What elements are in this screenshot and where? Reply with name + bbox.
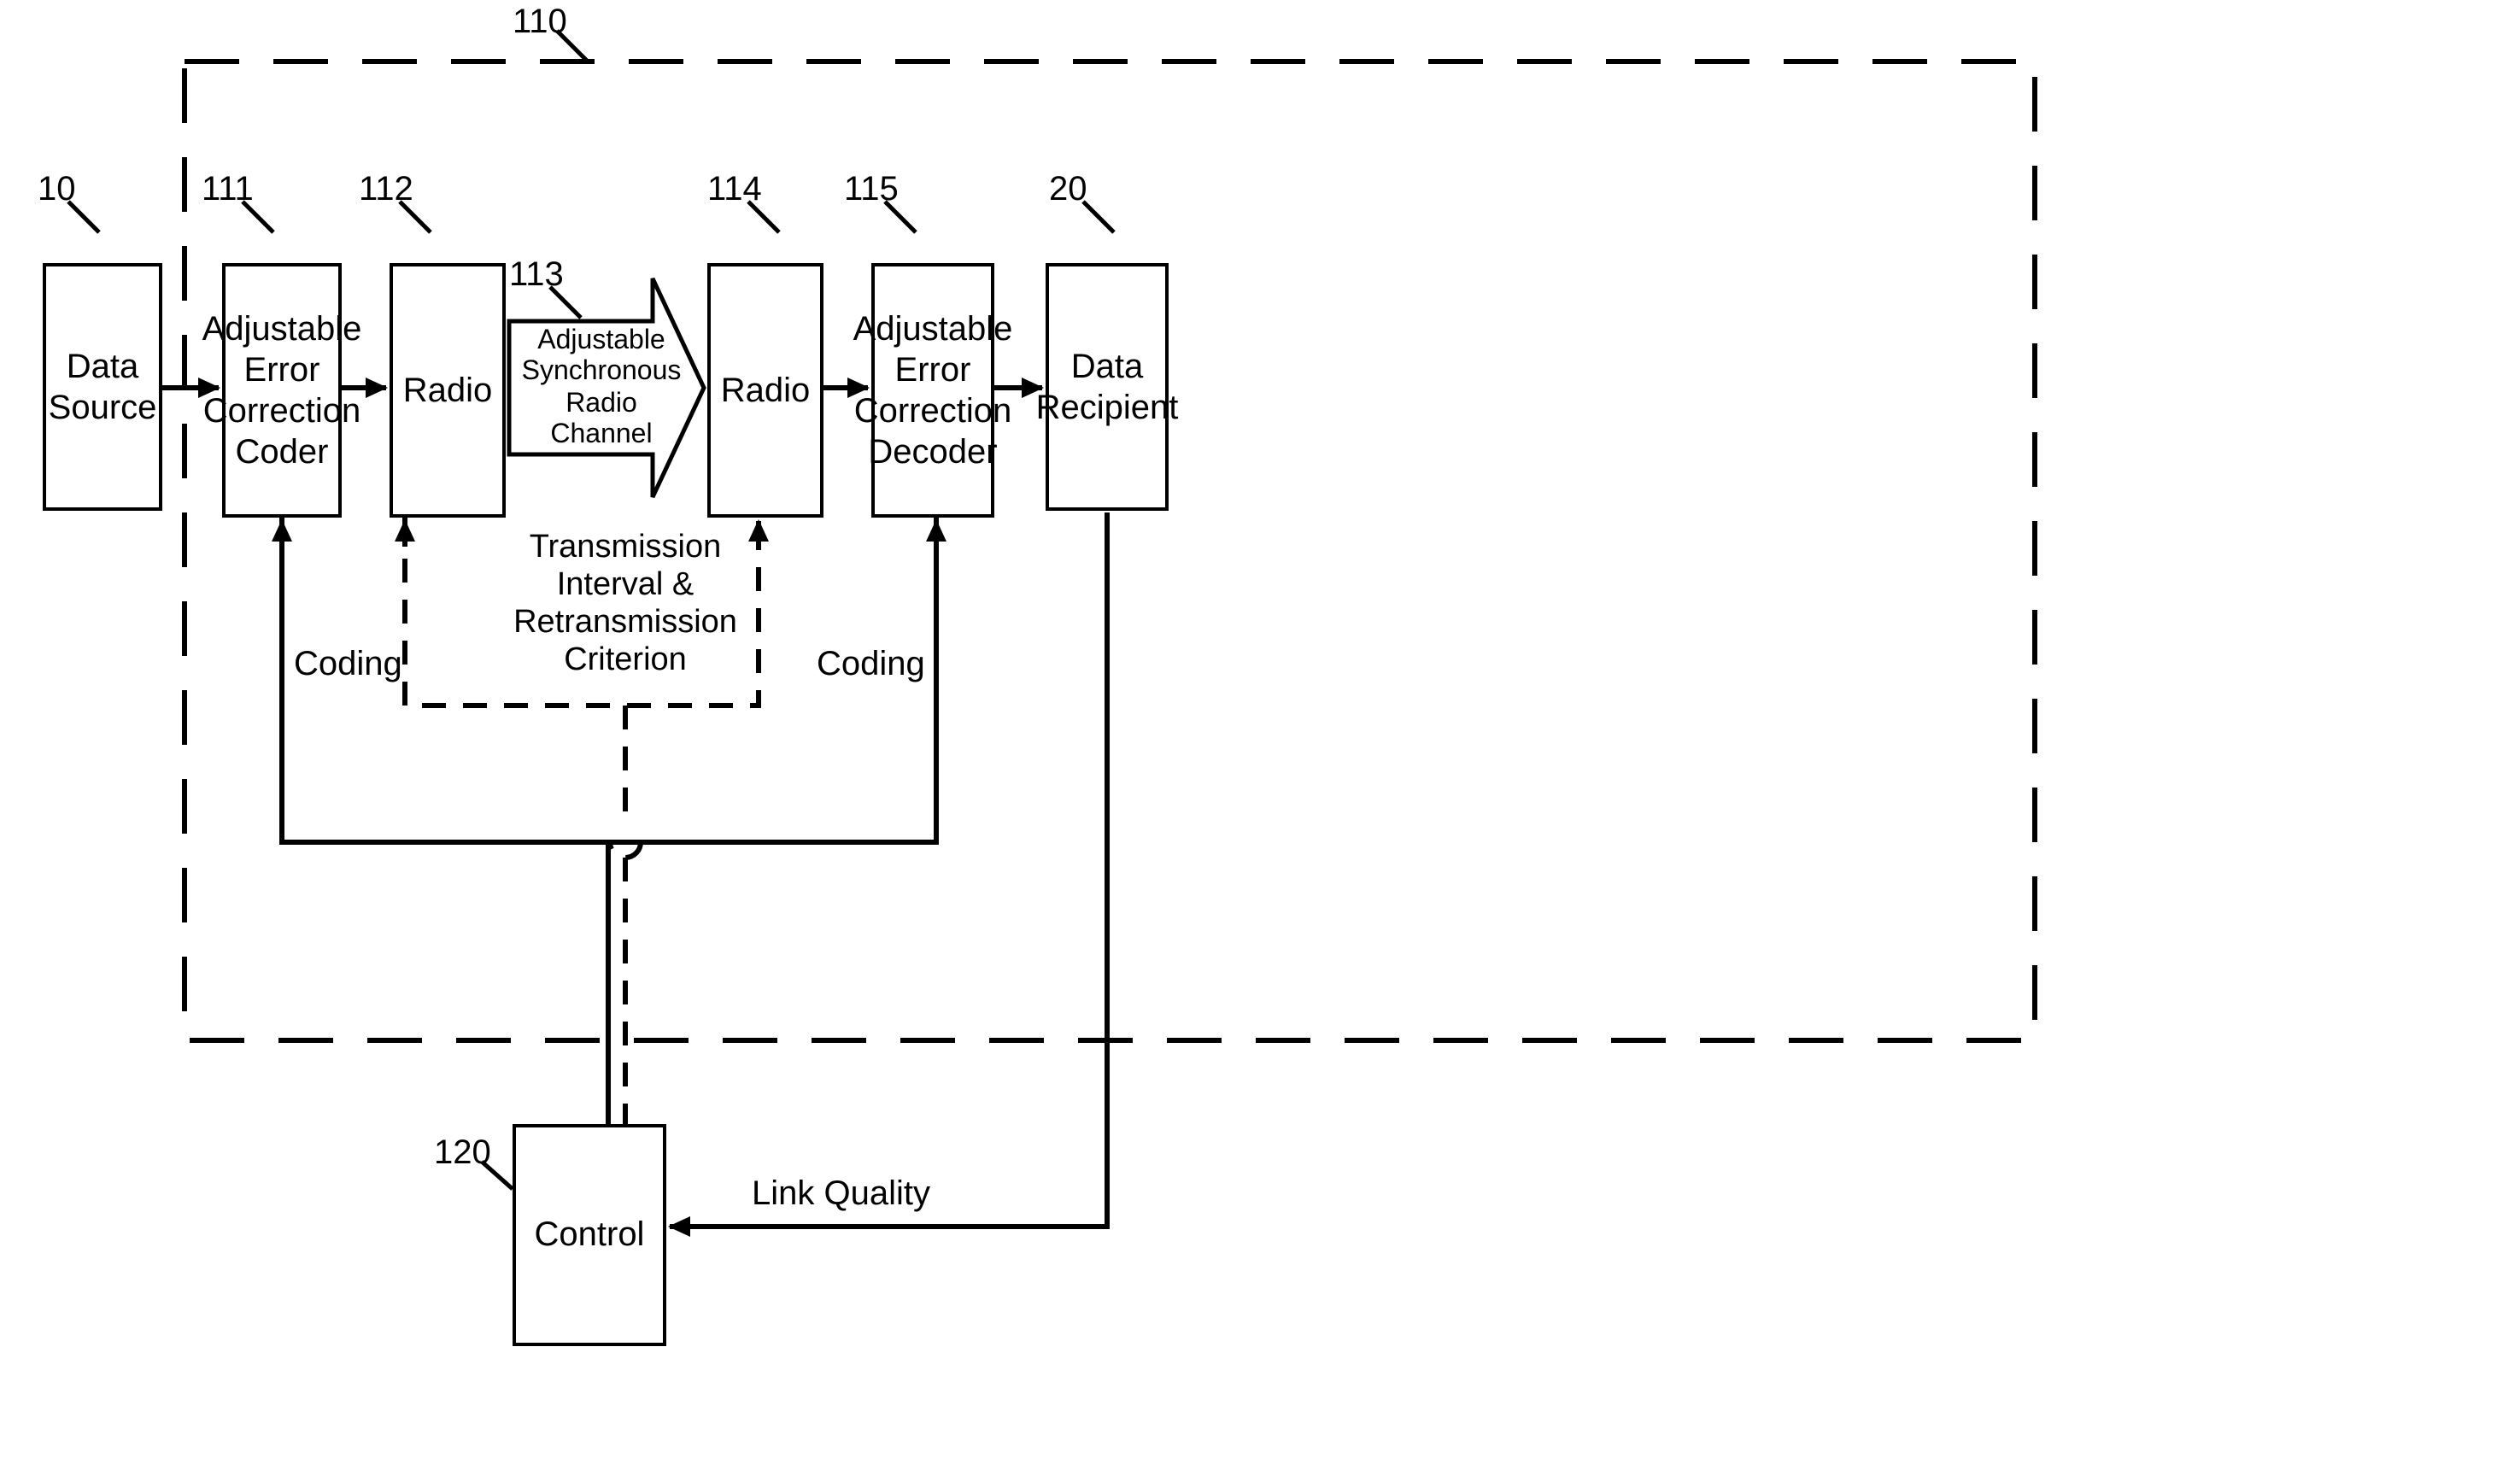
data-source-label: Data Source xyxy=(49,346,157,428)
coding-left-label: Coding xyxy=(294,646,402,685)
data-recipient-box: Data Recipient xyxy=(1046,263,1169,511)
data-source-box: Data Source xyxy=(43,263,162,511)
ref-20: 20 xyxy=(1049,171,1087,210)
coder-label: Adjustable Error Correction Coder xyxy=(202,308,362,472)
coder-box: Adjustable Error Correction Coder xyxy=(222,263,342,518)
ref-111: 111 xyxy=(202,171,254,210)
ref-113: 113 xyxy=(509,256,564,296)
transmission-label: Transmission Interval & Retransmission C… xyxy=(475,530,776,680)
diagram-svg xyxy=(0,0,2520,1464)
ref-112: 112 xyxy=(359,171,413,210)
control-label: Control xyxy=(535,1215,645,1256)
control-box: Control xyxy=(513,1124,666,1346)
radio-tx-box: Radio xyxy=(390,263,506,518)
link-quality-label: Link Quality xyxy=(752,1175,930,1215)
decoder-label: Adjustable Error Correction Decoder xyxy=(853,308,1013,472)
radio-tx-label: Radio xyxy=(403,370,493,411)
ref-110: 110 xyxy=(513,3,567,43)
data-recipient-label: Data Recipient xyxy=(1036,346,1179,428)
radio-rx-box: Radio xyxy=(707,263,823,518)
ref-10: 10 xyxy=(38,171,76,210)
ref-114: 114 xyxy=(707,171,762,210)
ref-120: 120 xyxy=(434,1134,491,1174)
ref-115: 115 xyxy=(844,171,899,210)
radio-rx-label: Radio xyxy=(721,370,811,411)
channel-label: Adjustable Synchronous Radio Channel xyxy=(513,326,690,452)
decoder-box: Adjustable Error Correction Decoder xyxy=(871,263,994,518)
coding-right-label: Coding xyxy=(817,646,925,685)
